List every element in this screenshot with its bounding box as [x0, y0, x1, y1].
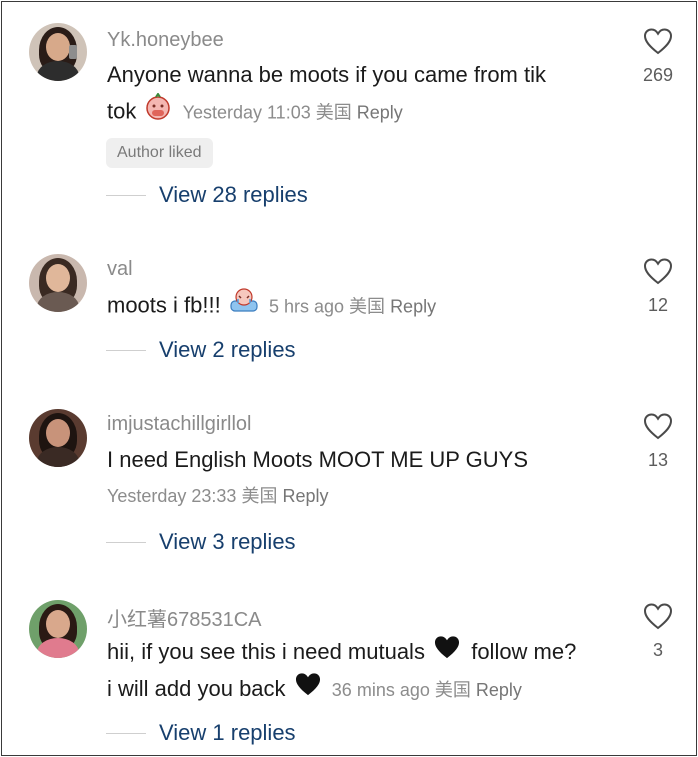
username[interactable]: imjustachillgirllol	[107, 413, 251, 436]
comment-region: 美国	[349, 296, 386, 317]
comment-time: Yesterday 23:33	[107, 486, 237, 506]
comment-text-line: follow me?	[471, 639, 577, 664]
comment-meta: 36 mins ago 美国 Reply	[332, 680, 522, 700]
reply-button[interactable]: Reply	[357, 102, 403, 122]
heart-icon[interactable]	[643, 413, 673, 440]
like-button[interactable]: 269	[638, 28, 678, 86]
comment-time: 36 mins ago	[331, 680, 430, 701]
avatar[interactable]	[29, 600, 87, 658]
like-count: 13	[647, 450, 669, 470]
crying-in-bathtub-icon	[229, 287, 259, 326]
divider	[106, 350, 146, 351]
heart-icon[interactable]	[643, 603, 673, 630]
comment-region: 美国	[241, 486, 278, 506]
comment-region: 美国	[434, 680, 471, 701]
comment-time: 5 hrs ago	[268, 296, 345, 317]
comment-meta: Yesterday 11:03 美国 Reply	[183, 102, 403, 122]
comment-region: 美国	[315, 102, 352, 123]
like-count: 269	[642, 65, 674, 85]
black-heart-icon	[294, 672, 322, 708]
like-button[interactable]: 12	[638, 258, 678, 316]
view-replies-button[interactable]: View 28 replies	[159, 182, 308, 208]
avatar[interactable]	[29, 409, 87, 467]
username[interactable]: Yk.honeybee	[107, 29, 224, 52]
comment-meta: Yesterday 23:33 美国 Reply	[107, 478, 329, 514]
like-count: 12	[647, 295, 669, 315]
comment-text: I need English Moots MOOT ME UP GUYS	[107, 442, 528, 478]
avatar[interactable]	[29, 23, 87, 81]
view-replies-button[interactable]: View 1 replies	[159, 720, 296, 746]
like-button[interactable]: 3	[638, 603, 678, 661]
face-with-hand-over-mouth-icon	[144, 92, 172, 132]
like-button[interactable]: 13	[638, 413, 678, 471]
username[interactable]: val	[107, 258, 133, 281]
divider	[106, 542, 146, 543]
reply-button[interactable]: Reply	[476, 680, 522, 700]
comment-meta: 5 hrs ago 美国 Reply	[269, 296, 436, 316]
like-count: 3	[652, 640, 663, 660]
reply-button[interactable]: Reply	[282, 486, 328, 506]
comment-time: Yesterday 11:03	[182, 102, 311, 123]
comment-text-line: I need English Moots MOOT ME UP GUYS	[107, 447, 529, 472]
comment-text-line: hii, if you see this i need mutuals	[107, 639, 425, 664]
comment-text-line: i will add you back	[107, 676, 286, 702]
view-replies-button[interactable]: View 3 replies	[159, 529, 296, 555]
comment-text: moots i fb!!! 5 hrs ago 美国 Reply	[107, 287, 436, 326]
comment-text-line: tok	[107, 98, 137, 124]
username[interactable]: 小红薯678531CA	[107, 603, 262, 632]
black-heart-icon	[433, 635, 461, 671]
comment-text: hii, if you see this i need mutuals foll…	[107, 634, 576, 708]
avatar[interactable]	[29, 254, 87, 312]
comment-text: Anyone wanna be moots if you came from t…	[107, 57, 546, 132]
reply-button[interactable]: Reply	[390, 296, 436, 316]
heart-icon[interactable]	[643, 28, 673, 55]
comment-text-line: Anyone wanna be moots if you came from t…	[107, 62, 546, 87]
divider	[106, 195, 146, 196]
author-liked-badge: Author liked	[106, 138, 213, 168]
heart-icon[interactable]	[643, 258, 673, 285]
comment-text-line: moots i fb!!!	[107, 292, 221, 318]
comment-list: Yk.honeybee Anyone wanna be moots if you…	[1, 1, 697, 756]
view-replies-button[interactable]: View 2 replies	[159, 337, 296, 363]
divider	[106, 733, 146, 734]
